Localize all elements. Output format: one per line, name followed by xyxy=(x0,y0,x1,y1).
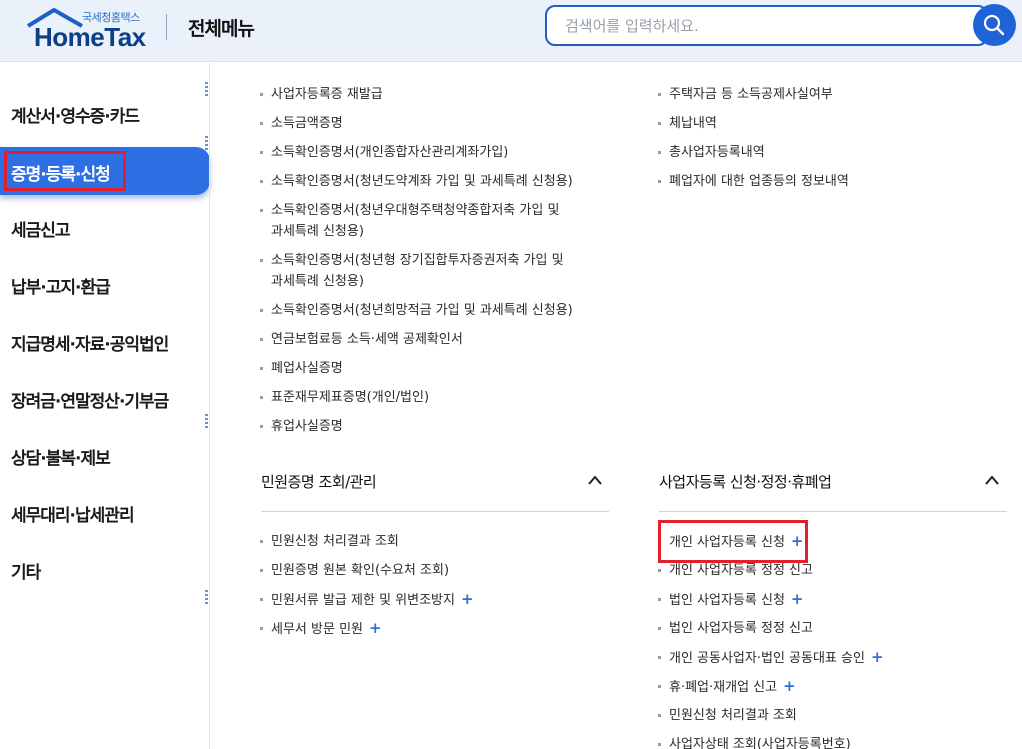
menu-link[interactable]: 소득확인증명서(청년우대형주택청약종합저축 가입 및 xyxy=(259,199,559,222)
plus-icon[interactable]: + xyxy=(369,619,382,637)
menu-link-label: 세무서 방문 민원 xyxy=(271,622,363,637)
chevron-up-icon[interactable] xyxy=(587,474,603,486)
menu-link[interactable]: 폐업사실증명 xyxy=(260,357,343,380)
sidebar-item-label: 납부·고지·환급 xyxy=(11,278,111,298)
menu-link-label: 법인 사업자등록 정정 신고 xyxy=(669,621,813,636)
menu-content: 사업자등록증 재발급 소득금액증명 소득확인증명서(개인종합자산관리계좌가입) … xyxy=(210,63,1022,749)
menu-link[interactable]: 소득확인증명서(청년희망적금 가입 및 과세특례 신청용) xyxy=(260,299,573,322)
menu-link-label: 민원신청 처리결과 조회 xyxy=(669,708,797,723)
search-button[interactable] xyxy=(973,4,1016,46)
search-icon xyxy=(983,14,1005,36)
header: 국세청홈택스 HomeTax 전체메뉴 xyxy=(0,0,1022,62)
menu-link[interactable]: 연금보험료등 소득·세액 공제확인서 xyxy=(260,328,463,351)
menu-link-label: 민원신청 처리결과 조회 xyxy=(271,534,399,549)
sidebar-item-label: 상담·불복·제보 xyxy=(11,449,111,469)
sidebar-item-statement[interactable]: 지급명세·자료·공익법인 xyxy=(0,318,210,364)
section-title-civil-cert[interactable]: 민원증명 조회/관리 xyxy=(261,471,377,492)
page-title: 전체메뉴 xyxy=(188,18,255,40)
menu-link[interactable]: 민원증명 원본 확인(수요처 조회) xyxy=(259,559,450,582)
menu-link[interactable]: 법인 사업자등록 신청 + xyxy=(657,588,804,612)
sidebar: 계산서·영수증·카드 증명·등록·신청 세금신고 납부·고지·환급 지급명세·자… xyxy=(0,63,210,749)
sidebar-item-label: 기타 xyxy=(11,563,41,583)
sidebar-item-payment[interactable]: 납부·고지·환급 xyxy=(0,261,210,307)
menu-link[interactable]: 사업자등록증 재발급 xyxy=(260,83,383,106)
menu-link[interactable]: 개인 사업자등록 정정 신고 xyxy=(658,559,813,582)
menu-link[interactable]: 법인 사업자등록 정정 신고 xyxy=(658,617,813,640)
menu-link-label: 민원증명 원본 확인(수요처 조회) xyxy=(271,563,450,578)
chevron-up-icon[interactable] xyxy=(984,474,1000,486)
menu-link-continued[interactable]: 과세특례 신청용) xyxy=(271,220,364,243)
menu-link[interactable]: 소득확인증명서(청년형 장기집합투자증권저축 가입 및 xyxy=(260,249,564,272)
section-title-business-registration[interactable]: 사업자등록 신청·정정·휴폐업 xyxy=(659,471,832,492)
sidebar-item-invoice[interactable]: 계산서·영수증·카드 xyxy=(0,90,210,136)
plus-icon[interactable]: + xyxy=(791,590,804,608)
section-divider xyxy=(261,511,609,512)
menu-link-continued[interactable]: 과세특례 신청용) xyxy=(271,270,364,293)
scroll-marker xyxy=(205,590,208,604)
sidebar-item-label: 지급명세·자료·공익법인 xyxy=(11,335,169,355)
scroll-marker xyxy=(205,82,208,96)
plus-icon[interactable]: + xyxy=(461,590,474,608)
hometax-logo[interactable]: 국세청홈택스 HomeTax xyxy=(24,6,148,54)
menu-link[interactable]: 휴업사실증명 xyxy=(260,415,343,438)
sidebar-item-label: 장려금·연말정산·기부금 xyxy=(11,392,169,412)
header-divider xyxy=(166,14,167,40)
menu-link[interactable]: 사업자상태 조회(사업자등록번호) xyxy=(658,733,851,749)
menu-link[interactable]: 체납내역 xyxy=(658,112,717,135)
menu-link-label: 사업자상태 조회(사업자등록번호) xyxy=(669,737,851,749)
menu-link[interactable]: 개인 공동사업자·법인 공동대표 승인 + xyxy=(658,646,884,670)
menu-link[interactable]: 주택자금 등 소득공제사실여부 xyxy=(658,83,833,106)
menu-link-label: 법인 사업자등록 신청 xyxy=(669,593,785,608)
menu-link[interactable]: 소득확인증명서(청년도약계좌 가입 및 과세특례 신청용) xyxy=(260,170,573,193)
search-input[interactable] xyxy=(565,16,965,36)
menu-link-label: 휴·폐업·재개업 신고 xyxy=(669,680,778,695)
sidebar-item-tax-report[interactable]: 세금신고 xyxy=(0,204,210,250)
menu-link[interactable]: 휴·폐업·재개업 신고 + xyxy=(658,675,796,699)
menu-link[interactable]: 민원신청 처리결과 조회 xyxy=(260,530,399,553)
plus-icon[interactable]: + xyxy=(871,648,884,666)
sidebar-item-label: 세금신고 xyxy=(11,221,71,241)
highlight-box xyxy=(658,520,808,563)
section-divider xyxy=(659,511,1007,512)
menu-link[interactable]: 소득확인증명서(개인종합자산관리계좌가입) xyxy=(259,141,508,164)
scroll-marker xyxy=(205,414,208,428)
sidebar-item-label: 세무대리·납세관리 xyxy=(11,506,135,526)
sidebar-item-incentive[interactable]: 장려금·연말정산·기부금 xyxy=(0,375,210,421)
menu-link[interactable]: 민원서류 발급 제한 및 위변조방지 + xyxy=(260,588,474,612)
highlight-box xyxy=(4,151,126,191)
sidebar-item-agent[interactable]: 세무대리·납세관리 xyxy=(0,489,210,535)
menu-link-label: 개인 공동사업자·법인 공동대표 승인 xyxy=(669,651,865,666)
scroll-marker xyxy=(205,136,208,150)
menu-link[interactable]: 표준재무제표증명(개인/법인) xyxy=(259,386,429,409)
menu-link[interactable]: 폐업자에 대한 업종등의 정보내역 xyxy=(658,170,849,193)
search-box xyxy=(545,5,988,46)
sidebar-item-label: 계산서·영수증·카드 xyxy=(11,107,140,127)
menu-link[interactable]: 민원신청 처리결과 조회 xyxy=(658,704,797,727)
menu-link[interactable]: 소득금액증명 xyxy=(260,112,343,135)
plus-icon[interactable]: + xyxy=(783,677,796,695)
menu-link-label: 개인 사업자등록 정정 신고 xyxy=(669,563,813,578)
sidebar-item-etc[interactable]: 기타 xyxy=(0,546,210,592)
sidebar-item-consult[interactable]: 상담·불복·제보 xyxy=(0,432,210,478)
sidebar-item-certificate[interactable]: 증명·등록·신청 xyxy=(0,147,210,195)
menu-link[interactable]: 세무서 방문 민원 + xyxy=(260,617,382,641)
menu-link[interactable]: 총사업자등록내역 xyxy=(658,141,765,164)
menu-link-label: 민원서류 발급 제한 및 위변조방지 xyxy=(271,593,455,608)
logo-text: HomeTax xyxy=(34,22,146,52)
